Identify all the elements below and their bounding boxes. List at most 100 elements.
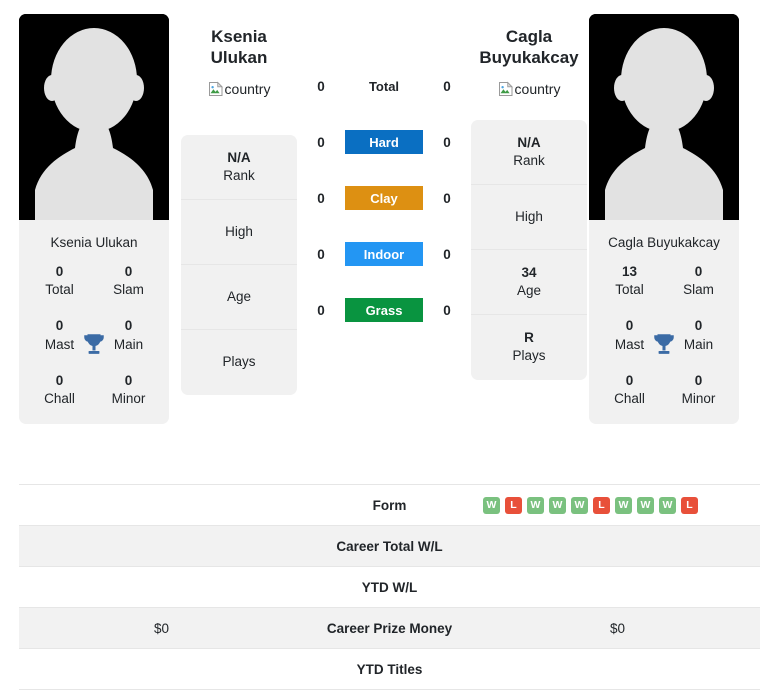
title-stat: 0 Chall [595,372,664,408]
player-info-card-left: N/A Rank High Age Plays [181,134,297,395]
form-badge-win: W [659,496,676,514]
value-right: $0 [475,607,760,649]
title-value: 13 [621,264,638,279]
title-label: Minor [681,391,716,407]
table-row-ytd-titles: YTD Titles [19,648,760,690]
player-name-line: Ulukan [210,48,268,68]
player-name-line: Buyukakcay [479,48,579,68]
table-row-form: Form WLWWWLWWWL [19,484,760,526]
info-label: Age [226,288,252,304]
country-flag-right: country [498,81,560,97]
title-label: Slam [113,282,144,298]
titles-grid-right: 13 Total 0 Slam 0 Mast 0 Main 0 Chall 0 … [589,263,739,424]
value-right [475,525,760,567]
info-row-plays: Plays [181,330,297,395]
row-label: Career Prize Money [304,607,475,649]
form-badge-win: W [527,496,544,514]
surface-score-left: 0 [317,78,325,94]
title-stat: 0 Chall [25,372,94,408]
player-info-column-left: Ksenia Ulukan country N/A Rank High Age … [179,0,299,395]
info-value: 34 [521,264,537,280]
surface-score-left: 0 [317,190,325,206]
player-info-column-right: Cagla Buyukakcay country N/A Rank High 3… [469,0,589,380]
title-value: 0 [55,264,64,279]
title-stat: 0 Slam [94,263,163,299]
info-row-high: High [471,185,587,250]
info-value: N/A [517,134,541,150]
trophy-icon [654,333,674,354]
stats-comparison-table: Form WLWWWLWWWL Career Total W/L YTD W/L… [19,484,760,690]
surface-label-total: Total [368,78,400,94]
titles-grid-left: 0 Total 0 Slam 0 Mast 0 Main 0 Chall 0 M… [19,263,169,424]
surface-badge-clay: Clay [345,186,423,210]
table-row-career-total-wl: Career Total W/L [19,525,760,567]
title-stat: 0 Total [25,263,94,299]
form-badge-win: W [549,496,566,514]
row-label: Career Total W/L [304,525,475,567]
info-label: Plays [222,354,256,370]
form-badge-loss: L [681,496,698,514]
surface-score-right: 0 [443,302,451,318]
info-label: High [515,208,543,224]
surface-score-right: 0 [443,134,451,150]
comparison-header: Ksenia Ulukan 0 Total 0 Slam 0 Mast 0 Ma… [0,0,779,478]
title-label: Slam [683,282,714,298]
surface-badge-indoor: Indoor [345,242,423,266]
value-left [19,525,304,567]
form-badge-list: WLWWWLWWWL [483,496,752,514]
title-value: 0 [55,372,64,388]
title-label: Total [615,282,644,298]
player-name-left: Ksenia Ulukan [174,26,304,69]
table-row-career-prize-money: $0 Career Prize Money $0 [19,607,760,649]
info-label: Rank [513,152,545,168]
title-stat: 0 Minor [664,372,733,408]
info-row-age: 34 Age [471,250,587,315]
player-info-card-right: N/A Rank High 34 Age R Plays [471,119,587,380]
surface-badge-grass: Grass [345,298,423,322]
title-value: 0 [124,264,133,279]
avatar-placeholder-left [19,14,169,220]
player-name-line: Ksenia [211,27,267,46]
surface-row-grass: 0 Grass 0 [299,282,469,338]
title-stat: 13 Total [595,263,664,299]
player-photo-caption-left: Ksenia Ulukan [50,235,138,250]
player-photo-card-right: Cagla Buyukakcay 13 Total 0 Slam 0 Mast … [589,14,739,425]
value-left: $0 [19,607,304,649]
info-label: High [225,223,253,239]
info-label: Rank [223,167,255,183]
surface-row-clay: 0 Clay 0 [299,170,469,226]
info-row-plays: R Plays [471,315,587,380]
surface-score-left: 0 [317,134,325,150]
form-badge-loss: L [505,496,522,514]
form-badge-win: W [483,496,500,514]
surface-comparison: 0 Total 0 0 Hard 0 0 Clay 0 0 Indoor 0 0 [299,58,469,338]
title-stat: 0 Slam [664,263,733,299]
value-right [475,648,760,690]
player-name-right: Cagla Buyukakcay [464,26,594,69]
title-value: 0 [625,372,634,388]
surface-row-total: 0 Total 0 [299,58,469,114]
player-photo-card-left: Ksenia Ulukan 0 Total 0 Slam 0 Mast 0 Ma… [19,14,169,425]
value-right [475,566,760,608]
form-badge-win: W [571,496,588,514]
title-label: Total [45,282,74,298]
title-label: Chall [614,391,645,407]
form-badge-win: W [637,496,654,514]
row-label: YTD Titles [304,648,475,690]
surface-row-indoor: 0 Indoor 0 [299,226,469,282]
title-value: 0 [694,264,703,279]
surface-score-right: 0 [443,78,451,94]
table-row-ytd-wl: YTD W/L [19,566,760,608]
info-value: N/A [227,149,251,165]
title-label: Minor [111,391,146,407]
player-photo-caption-right: Cagla Buyukakcay [608,235,720,250]
info-label: Plays [512,348,546,363]
broken-image-icon [208,81,223,96]
value-left [19,648,304,690]
form-badge-loss: L [593,496,610,514]
surface-score-right: 0 [443,246,451,262]
form-cell-right: WLWWWLWWWL [475,484,760,526]
avatar-placeholder-right [589,14,739,220]
trophy-icon [84,333,104,354]
row-label: YTD W/L [304,566,475,608]
